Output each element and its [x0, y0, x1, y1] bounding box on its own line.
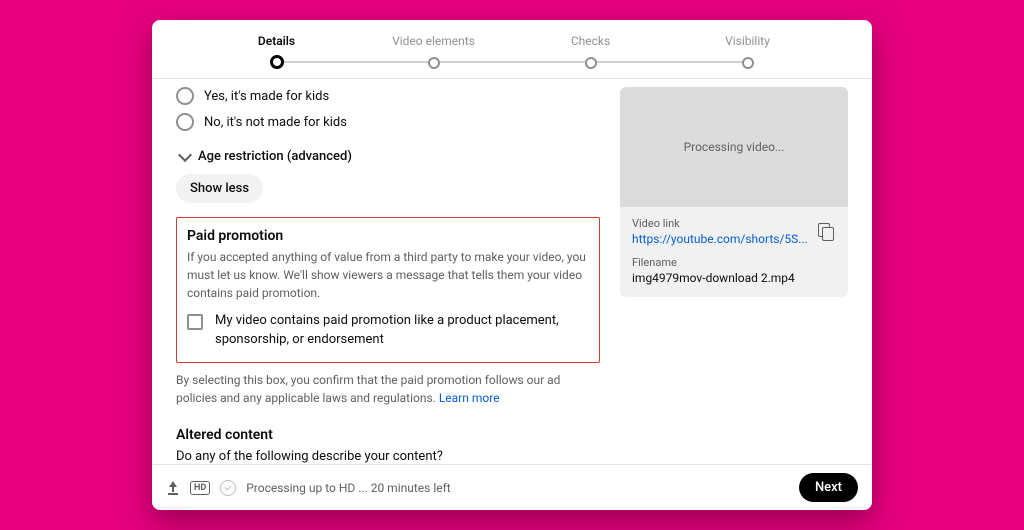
upload-status: HD Processing up to HD ... 20 minutes le…	[166, 480, 451, 496]
dialog-footer: HD Processing up to HD ... 20 minutes le…	[152, 464, 872, 510]
audience-no-option[interactable]: No, it's not made for kids	[176, 113, 600, 131]
altered-content-section: Altered content Do any of the following …	[176, 427, 600, 464]
radio-icon	[176, 87, 194, 105]
radio-label: Yes, it's made for kids	[204, 89, 329, 104]
paid-promo-disclaimer: By selecting this box, you confirm that …	[176, 371, 600, 407]
section-heading: Paid promotion	[187, 228, 589, 244]
checkbox-label: My video contains paid promotion like a …	[215, 312, 589, 350]
right-column: Processing video... Video link https://y…	[620, 79, 848, 460]
step-dot-icon	[428, 57, 440, 69]
stepper: Details Video elements Checks Visibility	[152, 20, 872, 79]
step-label: Visibility	[669, 34, 826, 48]
left-column: Yes, it's made for kids No, it's not mad…	[176, 79, 600, 460]
processing-text: Processing video...	[684, 140, 785, 154]
step-label: Video elements	[355, 34, 512, 48]
radio-label: No, it's not made for kids	[204, 115, 347, 130]
copy-icon[interactable]	[818, 223, 836, 241]
step-dot-icon	[742, 57, 754, 69]
altered-question: Do any of the following describe your co…	[176, 449, 600, 464]
section-description: If you accepted anything of value from a…	[187, 248, 589, 302]
video-thumbnail: Processing video...	[620, 87, 848, 207]
status-text: Processing up to HD ... 20 minutes left	[246, 481, 450, 495]
next-button[interactable]: Next	[799, 473, 858, 502]
disclaimer-text: By selecting this box, you confirm that …	[176, 373, 560, 405]
step-dot-icon	[270, 55, 284, 69]
step-dot-icon	[585, 57, 597, 69]
chevron-down-icon	[178, 147, 192, 161]
expander-label: Age restriction (advanced)	[198, 149, 352, 164]
upload-dialog: Details Video elements Checks Visibility	[152, 20, 872, 510]
step-details[interactable]: Details	[198, 34, 355, 70]
step-label: Details	[198, 34, 355, 48]
step-label: Checks	[512, 34, 669, 48]
filename-value: img4979mov-download 2.mp4	[632, 271, 836, 285]
hd-badge-icon: HD	[190, 481, 210, 495]
filename-label: Filename	[632, 256, 836, 269]
learn-more-link[interactable]: Learn more	[439, 391, 500, 405]
age-restriction-toggle[interactable]: Age restriction (advanced)	[180, 149, 600, 164]
paid-promo-checkbox-row[interactable]: My video contains paid promotion like a …	[187, 312, 589, 350]
audience-yes-option[interactable]: Yes, it's made for kids	[176, 87, 600, 105]
step-visibility[interactable]: Visibility	[669, 34, 826, 70]
video-preview-card: Processing video... Video link https://y…	[620, 87, 848, 297]
paid-promotion-section: Paid promotion If you accepted anything …	[176, 217, 600, 363]
upload-icon	[166, 481, 180, 495]
dialog-body: Yes, it's made for kids No, it's not mad…	[152, 79, 872, 464]
radio-icon	[176, 113, 194, 131]
show-less-button[interactable]: Show less	[176, 174, 263, 203]
button-label: Next	[815, 480, 842, 495]
video-link-label: Video link	[632, 217, 810, 230]
step-checks[interactable]: Checks	[512, 34, 669, 70]
check-circle-icon	[220, 480, 236, 496]
video-link[interactable]: https://youtube.com/shorts/5S...	[632, 232, 810, 246]
button-label: Show less	[190, 181, 249, 196]
section-heading: Altered content	[176, 427, 600, 443]
step-video-elements[interactable]: Video elements	[355, 34, 512, 70]
checkbox-icon[interactable]	[187, 314, 203, 330]
